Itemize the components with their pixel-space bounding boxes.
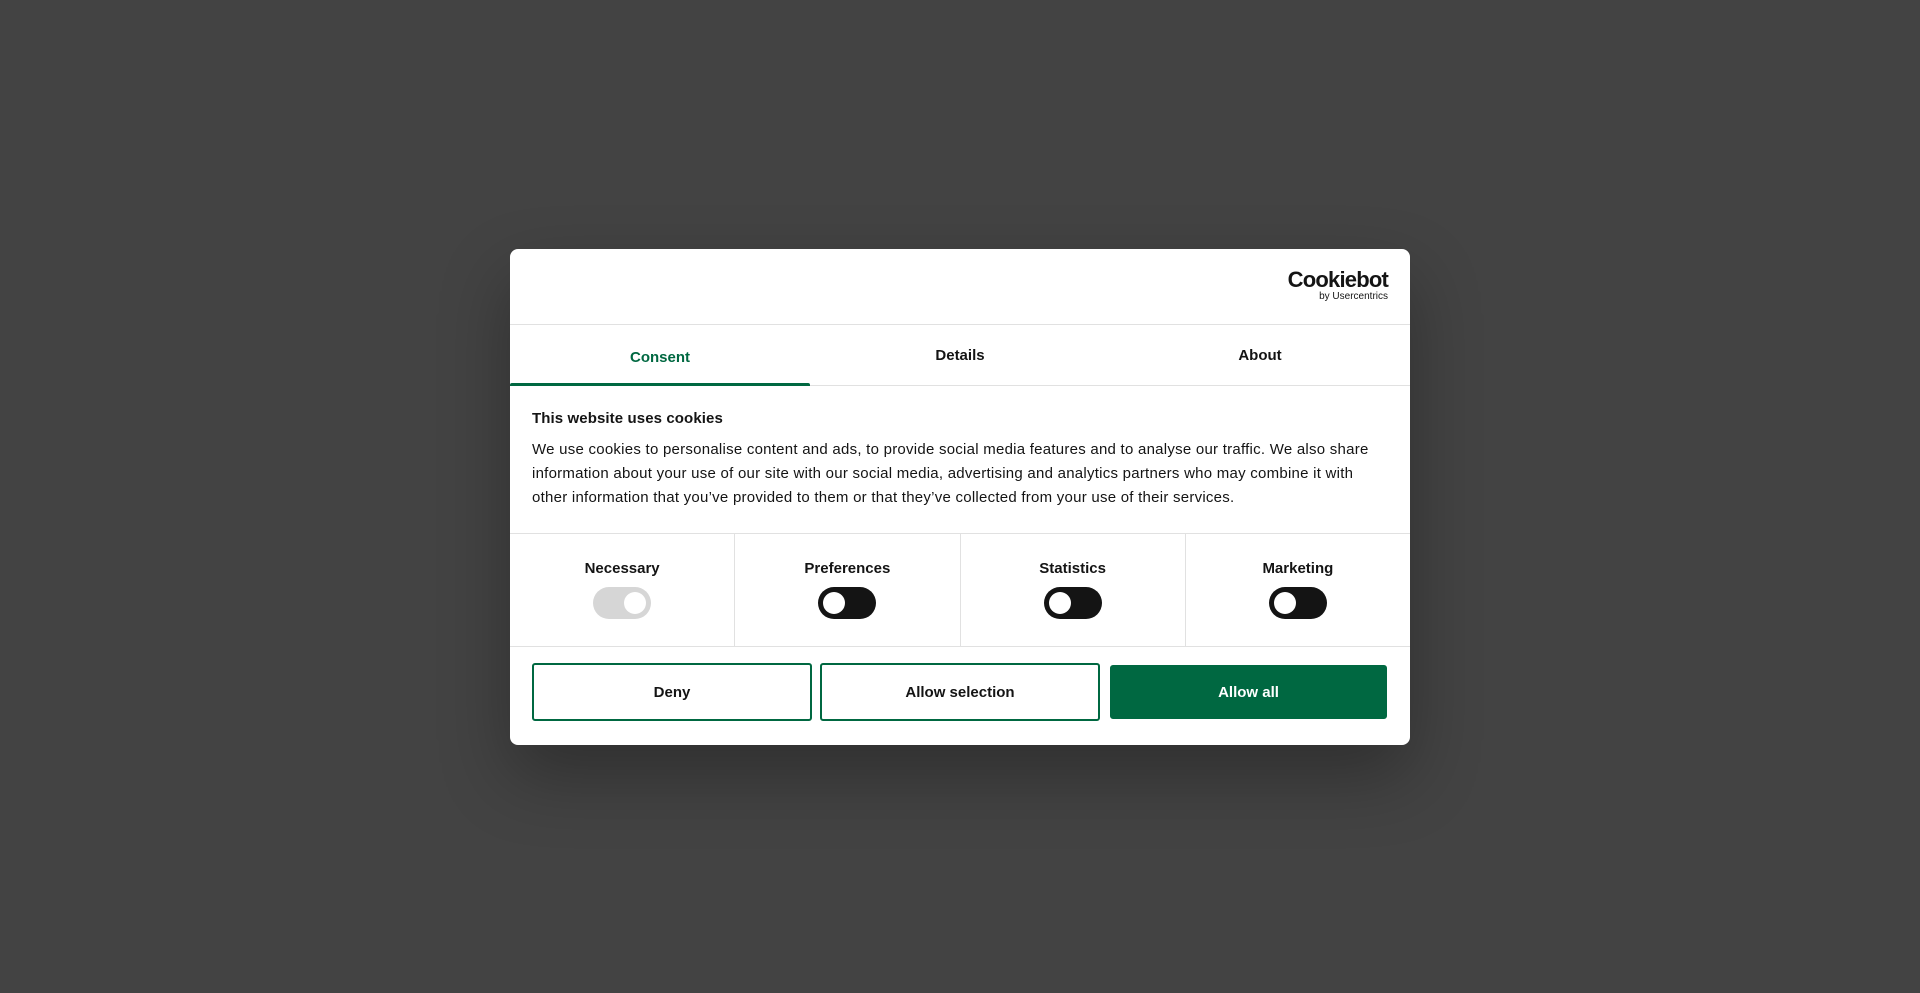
marketing-toggle[interactable] bbox=[1268, 587, 1327, 619]
toggle-cell-marketing: Marketing bbox=[1186, 534, 1410, 646]
toggle-cell-statistics: Statistics bbox=[961, 534, 1186, 646]
logo-byline: by Usercentrics bbox=[1319, 291, 1388, 302]
deny-button[interactable]: Deny bbox=[532, 663, 812, 721]
toggle-cell-necessary: Necessary bbox=[510, 534, 736, 646]
toggle-knob bbox=[1273, 592, 1296, 614]
toggle-label-preferences: Preferences bbox=[804, 560, 891, 577]
tab-details[interactable]: Details bbox=[810, 325, 1110, 385]
cookie-consent-dialog: Cookiebot by Usercentrics Consent Detail… bbox=[510, 249, 1410, 745]
preferences-toggle[interactable] bbox=[818, 587, 877, 619]
toggle-label-necessary: Necessary bbox=[584, 560, 660, 577]
toggle-label-marketing: Marketing bbox=[1262, 560, 1334, 577]
consent-body: This website uses cookies We use cookies… bbox=[510, 386, 1410, 534]
toggle-label-statistics: Statistics bbox=[1039, 560, 1106, 577]
cookiebot-logo: Cookiebot by Usercentrics bbox=[1284, 267, 1389, 303]
consent-title: This website uses cookies bbox=[532, 410, 723, 427]
logo-wordmark: Cookiebot bbox=[1287, 267, 1389, 292]
tab-bar: Consent Details About bbox=[510, 325, 1410, 386]
cookie-category-toggles: Necessary Preferences Statistics Marketi… bbox=[510, 534, 1410, 647]
toggle-knob bbox=[1048, 592, 1071, 614]
allow-all-button[interactable]: Allow all bbox=[1110, 665, 1387, 719]
dialog-header: Cookiebot by Usercentrics bbox=[510, 249, 1410, 325]
tab-consent[interactable]: Consent bbox=[510, 325, 810, 386]
consent-actions: Deny Allow selection Allow all bbox=[510, 647, 1410, 721]
necessary-toggle bbox=[593, 587, 652, 619]
consent-description: We use cookies to personalise content an… bbox=[532, 441, 1369, 506]
allow-selection-button[interactable]: Allow selection bbox=[820, 663, 1100, 721]
tab-about[interactable]: About bbox=[1110, 325, 1410, 385]
statistics-toggle[interactable] bbox=[1043, 587, 1102, 619]
toggle-knob bbox=[823, 592, 846, 614]
toggle-knob bbox=[624, 592, 647, 614]
toggle-cell-preferences: Preferences bbox=[735, 534, 961, 646]
